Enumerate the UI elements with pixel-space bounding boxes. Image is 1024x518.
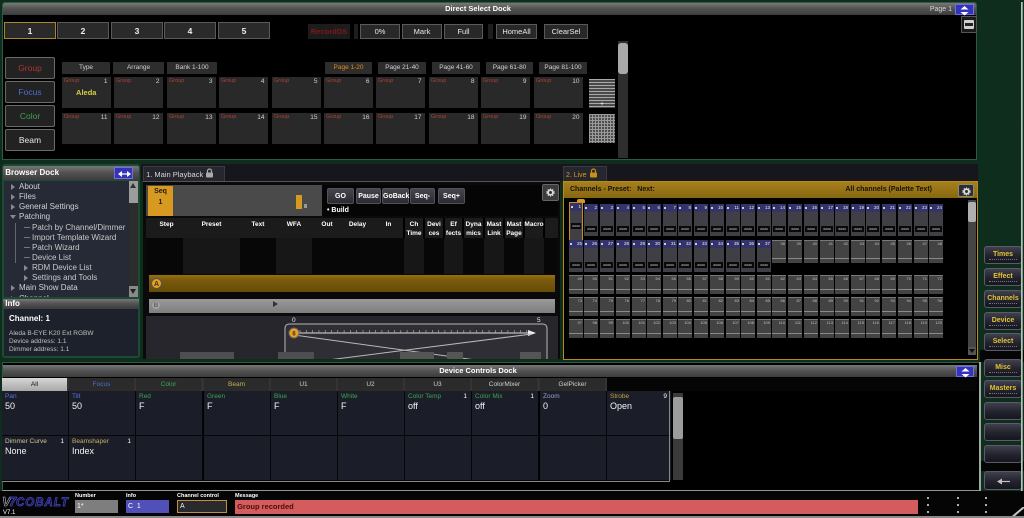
svg-text:COBALT: COBALT bbox=[16, 497, 69, 509]
